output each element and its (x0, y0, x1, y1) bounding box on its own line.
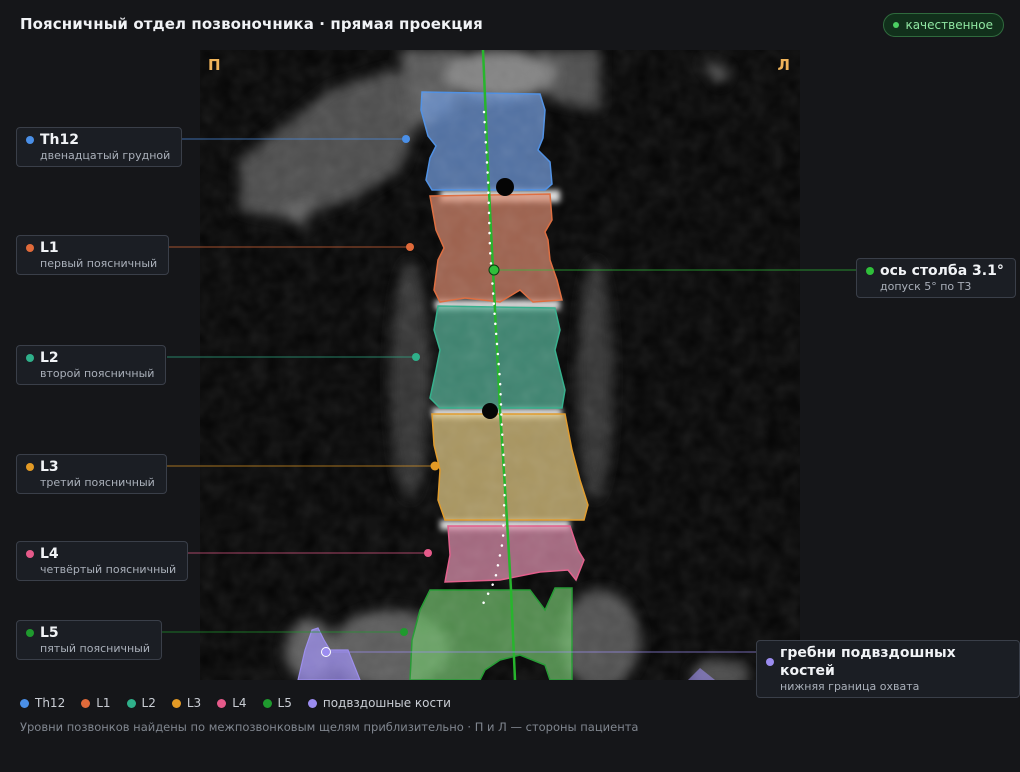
legend-item-l4: L4 (217, 696, 247, 710)
page-title: Поясничный отдел позвоночника · прямая п… (20, 15, 483, 33)
xray-viewer[interactable]: П Л (200, 50, 800, 680)
legend-item-l5: L5 (262, 696, 292, 710)
callout-sub: первый поясничный (40, 257, 158, 270)
legend-dot-icon (307, 698, 317, 708)
iliac-dot-icon (766, 658, 774, 666)
callout-name: L3 (40, 459, 59, 475)
callout-spine-axis[interactable]: ось столба 3.1° допуск 5° по Т3 (856, 258, 1016, 298)
callout-sub: четвёртый поясничный (40, 563, 177, 576)
callout-l2[interactable]: L2 второй поясничный (16, 345, 167, 385)
quality-badge: качественное (883, 13, 1004, 37)
footnote: Уровни позвонков найдены по межпозвонков… (20, 720, 639, 734)
callout-name: L2 (40, 350, 59, 366)
axis-dot-icon (866, 267, 874, 275)
legend-dot-icon (217, 698, 227, 708)
callout-l1[interactable]: L1 первый поясничный (16, 235, 170, 275)
status-dot-icon (893, 22, 900, 28)
legend-item-th12: Th12 (20, 696, 65, 710)
iliac-sub: нижняя граница охвата (780, 680, 920, 693)
l5-dot-icon (26, 629, 34, 637)
callout-l3[interactable]: L3 третий поясничный (16, 454, 167, 494)
callout-l4[interactable]: L4 четвёртый поясничный (16, 541, 189, 581)
legend-item-l1: L1 (81, 696, 111, 710)
legend-label: L5 (277, 696, 292, 710)
legend-dot-icon (20, 698, 29, 708)
callout-sub: двенадцатый грудной (40, 149, 171, 162)
l4-dot-icon (26, 550, 34, 558)
callout-name: Th12 (40, 132, 79, 148)
legend-dot-icon (81, 698, 91, 708)
callout-name: L4 (40, 546, 59, 562)
legend-label: L4 (232, 696, 247, 710)
iliac-title: гребни подвздошных костей (780, 645, 956, 679)
callout-iliac-crests[interactable]: гребни подвздошных костей нижняя граница… (756, 640, 1020, 698)
side-label-left: Л (777, 56, 790, 74)
l3-dot-icon (26, 463, 34, 471)
xray-image (200, 50, 800, 680)
axis-title: ось столба 3.1° (880, 263, 1004, 279)
side-label-right: П (208, 56, 221, 74)
l1-dot-icon (26, 244, 34, 252)
legend-item-iliac: подвздошные кости (307, 696, 451, 710)
legend-dot-icon (262, 698, 272, 708)
legend-label: L3 (186, 696, 202, 710)
legend-dot-icon (171, 698, 181, 708)
legend-dot-icon (126, 698, 136, 708)
callout-l5[interactable]: L5 пятый поясничный (16, 620, 162, 660)
callout-th12[interactable]: Th12 двенадцатый грудной (16, 127, 183, 167)
callout-sub: третий поясничный (40, 476, 155, 489)
legend-label: L2 (141, 696, 156, 710)
callout-sub: пятый поясничный (40, 642, 150, 655)
callout-name: L5 (40, 625, 59, 641)
legend-item-l3: L3 (171, 696, 202, 710)
legend-item-l2: L2 (126, 696, 156, 710)
legend: Th12 L1 L2 L3 L4 L5 подвздошные кости (20, 696, 451, 710)
th12-dot-icon (26, 136, 34, 144)
legend-label: Th12 (35, 696, 66, 710)
quality-badge-label: качественное (905, 18, 993, 32)
axis-sub: допуск 5° по Т3 (880, 280, 972, 293)
legend-label: подвздошные кости (322, 696, 451, 710)
callout-sub: второй поясничный (40, 367, 155, 380)
callout-name: L1 (40, 240, 59, 256)
legend-label: L1 (96, 696, 111, 710)
l2-dot-icon (26, 354, 34, 362)
